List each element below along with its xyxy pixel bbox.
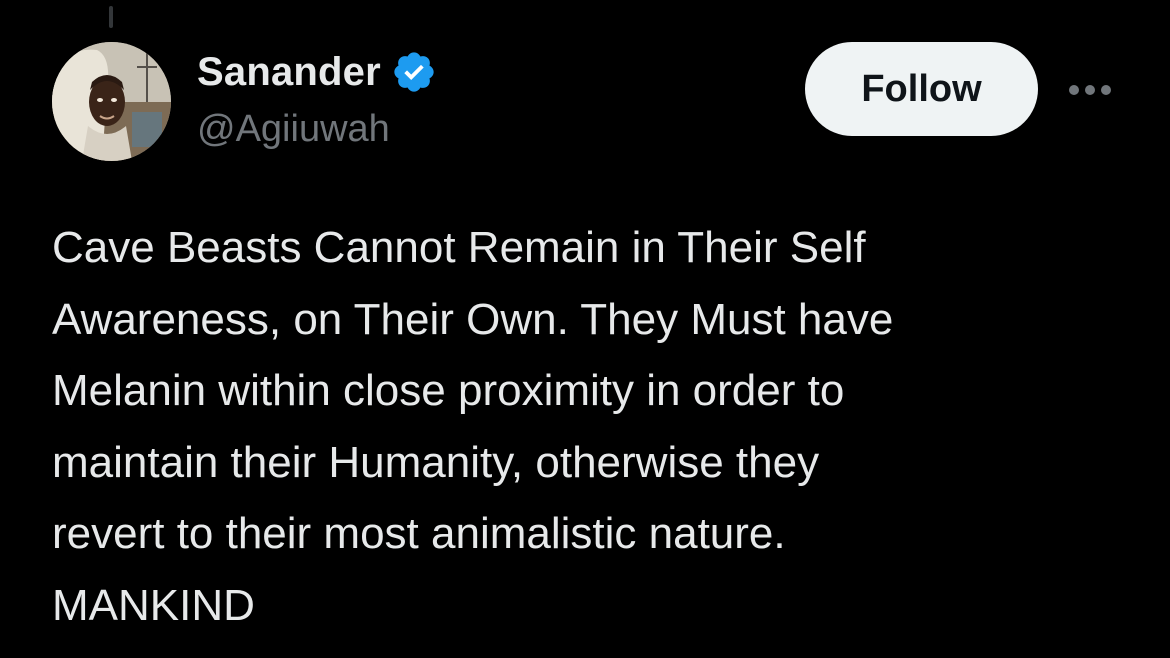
avatar[interactable]	[52, 42, 171, 161]
thread-connector-line	[109, 6, 113, 28]
author-handle[interactable]: @Agiiuwah	[197, 108, 390, 151]
tweet-text: Cave Beasts Cannot Remain in Their Self …	[52, 212, 1132, 641]
tweet-text-line: Melanin within close proximity in order …	[52, 366, 845, 415]
tweet-text-line: revert to their most animalistic nature.	[52, 509, 786, 558]
author-name-row: Sanander	[197, 46, 437, 98]
more-options-button[interactable]	[1064, 72, 1116, 108]
more-horizontal-icon	[1069, 85, 1111, 95]
author-display-name[interactable]: Sanander	[197, 50, 381, 95]
tweet-text-line: MANKIND	[52, 580, 255, 630]
verified-badge-icon[interactable]	[391, 49, 437, 95]
tweet-text-line: Cave Beasts Cannot Remain in Their Self	[52, 223, 866, 272]
avatar-image	[52, 42, 171, 161]
follow-button[interactable]: Follow	[805, 42, 1038, 136]
tweet-text-line: maintain their Humanity, otherwise they	[52, 437, 820, 487]
tweet-text-line: Awareness, on Their Own. They Must have	[52, 294, 894, 344]
